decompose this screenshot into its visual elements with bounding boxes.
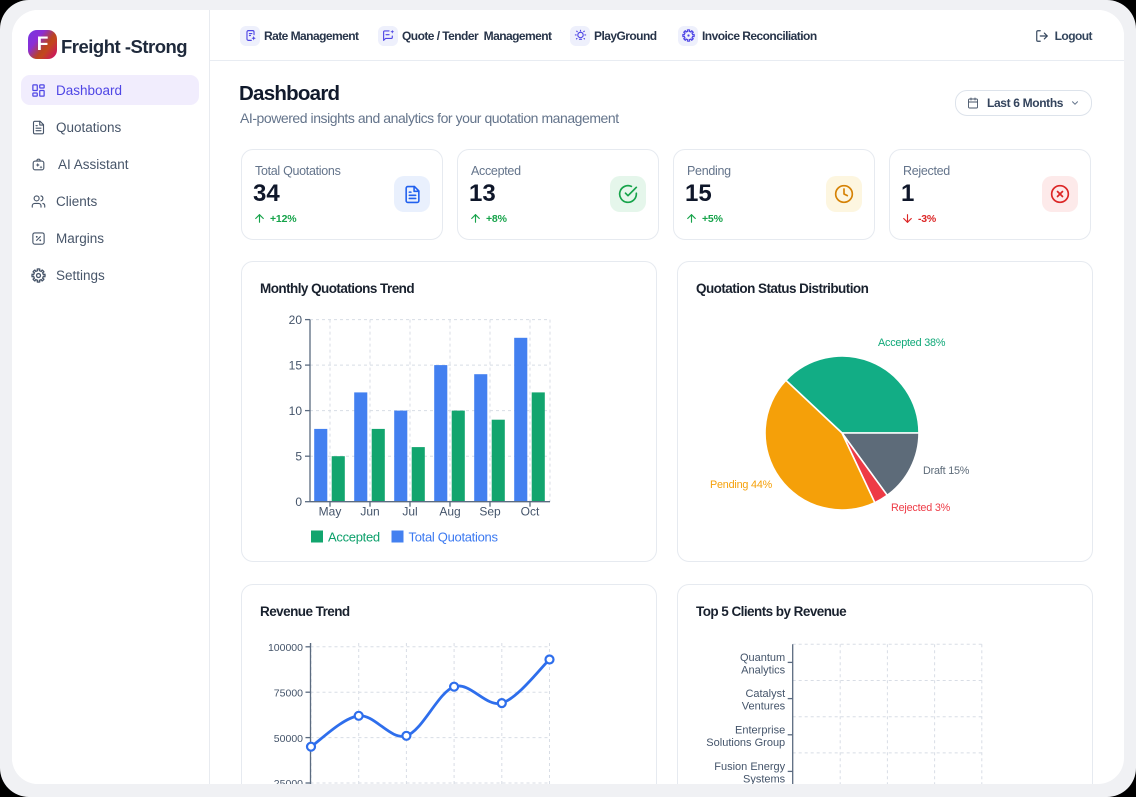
- svg-text:Accepted: Accepted: [328, 530, 380, 545]
- svg-text:Rejected 3%: Rejected 3%: [891, 502, 951, 514]
- svg-text:100000: 100000: [268, 642, 303, 654]
- svg-text:Total Quotations: Total Quotations: [409, 530, 499, 545]
- svg-text:20: 20: [289, 313, 303, 327]
- svg-text:10: 10: [289, 404, 303, 418]
- svg-text:Sep: Sep: [479, 505, 501, 519]
- svg-text:Jun: Jun: [360, 505, 379, 519]
- svg-text:Oct: Oct: [521, 505, 540, 519]
- svg-text:50000: 50000: [274, 733, 303, 745]
- svg-text:25000: 25000: [274, 778, 303, 784]
- svg-text:May: May: [319, 505, 342, 519]
- svg-text:Analytics: Analytics: [741, 664, 786, 676]
- svg-text:5: 5: [295, 449, 302, 463]
- svg-text:Systems: Systems: [743, 773, 786, 784]
- svg-text:Pending 44%: Pending 44%: [710, 479, 773, 491]
- svg-text:Solutions Group: Solutions Group: [706, 737, 785, 749]
- svg-text:Draft 15%: Draft 15%: [923, 465, 970, 477]
- svg-text:Fusion Energy: Fusion Energy: [714, 761, 785, 773]
- svg-text:15: 15: [289, 358, 303, 372]
- svg-text:0: 0: [295, 495, 302, 509]
- svg-text:Jul: Jul: [402, 505, 417, 519]
- svg-text:Quantum: Quantum: [740, 652, 785, 664]
- svg-text:75000: 75000: [274, 687, 303, 699]
- svg-text:Aug: Aug: [439, 505, 460, 519]
- svg-text:Accepted 38%: Accepted 38%: [878, 337, 946, 349]
- svg-text:Catalyst: Catalyst: [745, 688, 785, 700]
- svg-text:Enterprise: Enterprise: [735, 724, 785, 736]
- svg-text:Ventures: Ventures: [742, 701, 786, 713]
